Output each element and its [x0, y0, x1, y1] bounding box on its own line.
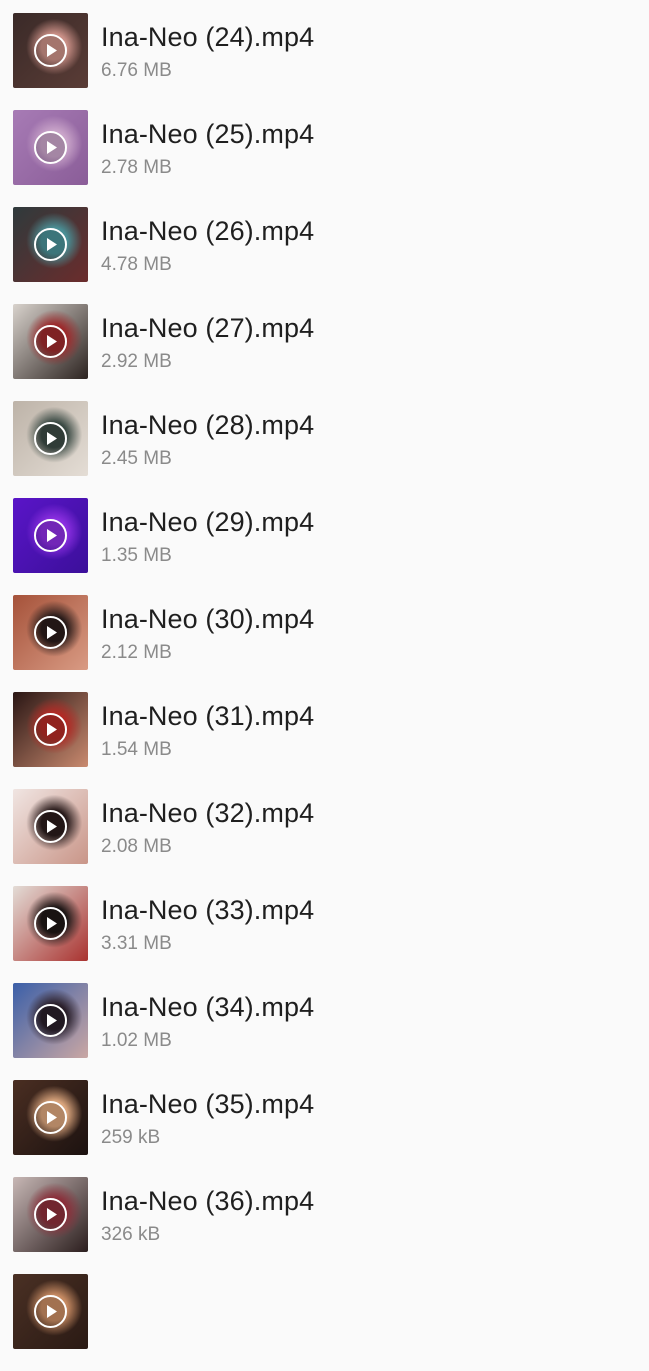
list-item[interactable]	[0, 1274, 649, 1371]
play-icon	[34, 422, 67, 455]
file-name: Ina-Neo (26).mp4	[101, 216, 315, 246]
video-thumbnail[interactable]	[13, 595, 88, 670]
file-size: 326 kB	[101, 1224, 161, 1245]
video-thumbnail[interactable]	[13, 789, 88, 864]
play-icon	[34, 325, 67, 358]
list-item[interactable]: Ina-Neo (24).mp4 6.76 MB	[0, 13, 649, 110]
file-size: 2.45 MB	[101, 448, 172, 469]
file-name: Ina-Neo (27).mp4	[101, 313, 315, 343]
video-thumbnail[interactable]	[13, 401, 88, 476]
video-thumbnail[interactable]	[13, 886, 88, 961]
list-item[interactable]: Ina-Neo (34).mp4 1.02 MB	[0, 983, 649, 1080]
list-item[interactable]: Ina-Neo (26).mp4 4.78 MB	[0, 207, 649, 304]
file-name: Ina-Neo (28).mp4	[101, 410, 315, 440]
file-name: Ina-Neo (29).mp4	[101, 507, 315, 537]
file-list: Ina-Neo (24).mp4 6.76 MB Ina-Neo (25).mp4 2…	[0, 13, 649, 1371]
file-name: Ina-Neo (35).mp4	[101, 1089, 315, 1119]
play-icon	[34, 519, 67, 552]
play-icon	[34, 1198, 67, 1231]
list-item[interactable]: Ina-Neo (27).mp4 2.92 MB	[0, 304, 649, 401]
file-size: 6.76 MB	[101, 60, 172, 81]
file-size: 1.54 MB	[101, 739, 172, 760]
file-size: 2.12 MB	[101, 642, 172, 663]
play-icon	[34, 34, 67, 67]
list-item[interactable]: Ina-Neo (35).mp4 259 kB	[0, 1080, 649, 1177]
list-item[interactable]: Ina-Neo (30).mp4 2.12 MB	[0, 595, 649, 692]
file-size: 4.78 MB	[101, 254, 172, 275]
file-size: 259 kB	[101, 1127, 161, 1148]
play-icon	[34, 713, 67, 746]
play-icon	[34, 1004, 67, 1037]
file-size: 2.92 MB	[101, 351, 172, 372]
file-name: Ina-Neo (36).mp4	[101, 1186, 315, 1216]
file-name: Ina-Neo (30).mp4	[101, 604, 315, 634]
play-icon	[34, 616, 67, 649]
list-item[interactable]: Ina-Neo (29).mp4 1.35 MB	[0, 498, 649, 595]
file-name: Ina-Neo (25).mp4	[101, 119, 315, 149]
file-name: Ina-Neo (31).mp4	[101, 701, 315, 731]
file-name: Ina-Neo (32).mp4	[101, 798, 315, 828]
play-icon	[34, 810, 67, 843]
file-size: 2.78 MB	[101, 157, 172, 178]
play-icon	[34, 1101, 67, 1134]
file-size: 3.31 MB	[101, 933, 172, 954]
play-icon	[34, 1295, 67, 1328]
video-thumbnail[interactable]	[13, 1080, 88, 1155]
file-name: Ina-Neo (33).mp4	[101, 895, 315, 925]
video-thumbnail[interactable]	[13, 207, 88, 282]
list-item[interactable]: Ina-Neo (36).mp4 326 kB	[0, 1177, 649, 1274]
play-icon	[34, 131, 67, 164]
file-size: 1.35 MB	[101, 545, 172, 566]
list-item[interactable]: Ina-Neo (28).mp4 2.45 MB	[0, 401, 649, 498]
play-icon	[34, 907, 67, 940]
list-item[interactable]: Ina-Neo (25).mp4 2.78 MB	[0, 110, 649, 207]
video-thumbnail[interactable]	[13, 110, 88, 185]
file-size: 1.02 MB	[101, 1030, 172, 1051]
list-item[interactable]: Ina-Neo (32).mp4 2.08 MB	[0, 789, 649, 886]
video-thumbnail[interactable]	[13, 692, 88, 767]
list-item[interactable]: Ina-Neo (33).mp4 3.31 MB	[0, 886, 649, 983]
video-thumbnail[interactable]	[13, 13, 88, 88]
video-thumbnail[interactable]	[13, 498, 88, 573]
file-name: Ina-Neo (34).mp4	[101, 992, 315, 1022]
video-thumbnail[interactable]	[13, 1274, 88, 1349]
play-icon	[34, 228, 67, 261]
video-thumbnail[interactable]	[13, 1177, 88, 1252]
file-size: 2.08 MB	[101, 836, 172, 857]
video-thumbnail[interactable]	[13, 304, 88, 379]
file-name: Ina-Neo (24).mp4	[101, 22, 315, 52]
video-thumbnail[interactable]	[13, 983, 88, 1058]
list-item[interactable]: Ina-Neo (31).mp4 1.54 MB	[0, 692, 649, 789]
